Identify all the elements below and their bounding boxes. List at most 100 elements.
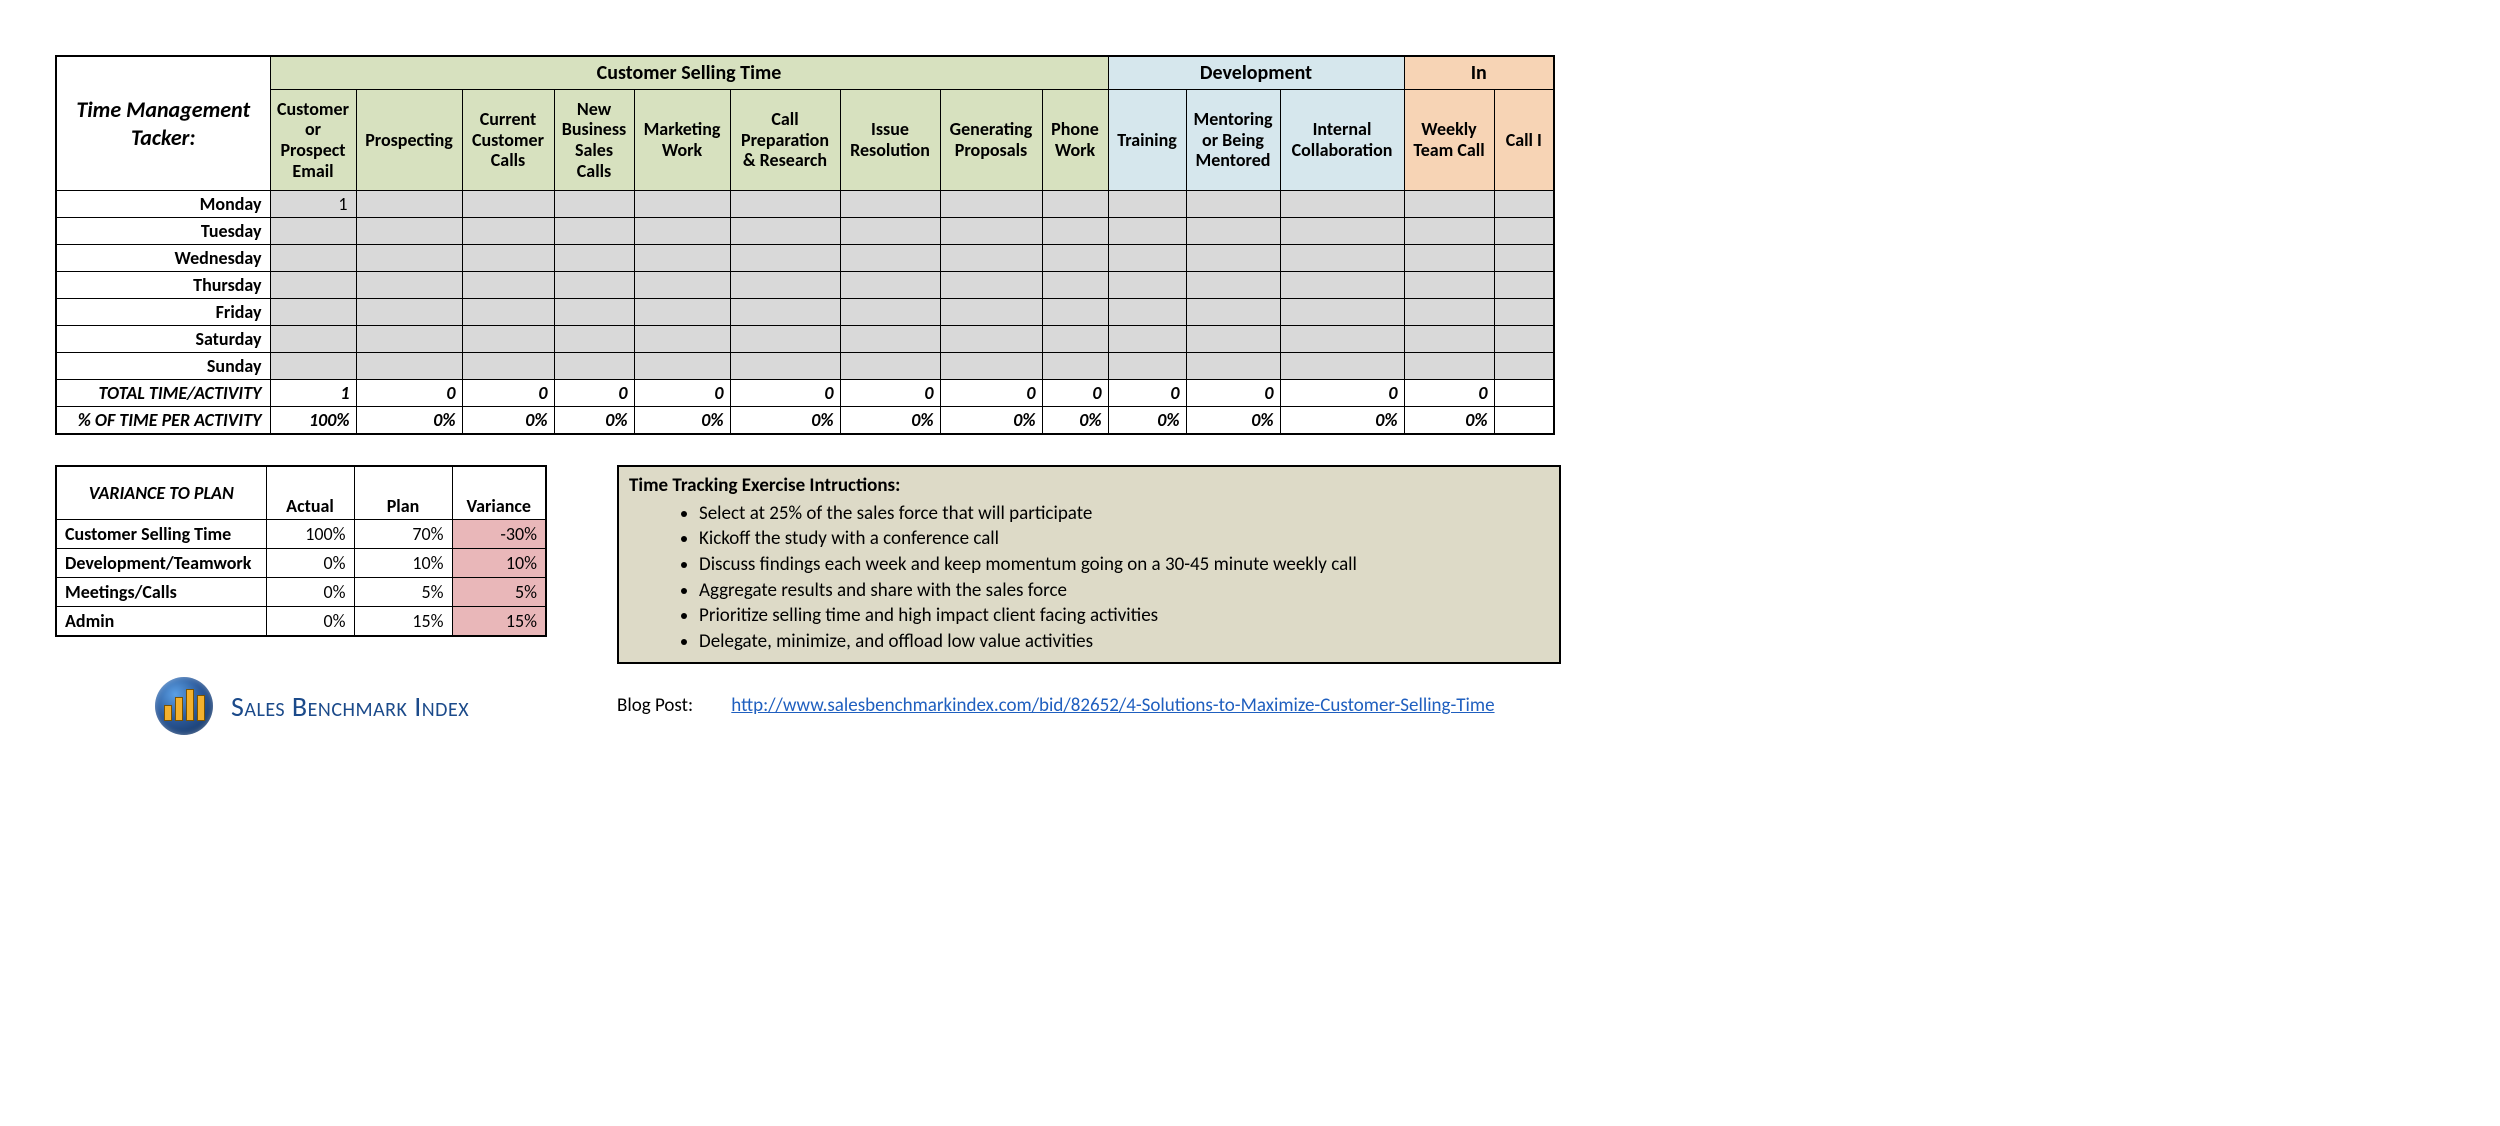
day-cell[interactable]	[1186, 353, 1280, 380]
day-cell[interactable]	[270, 272, 356, 299]
day-cell[interactable]	[1186, 272, 1280, 299]
day-cell[interactable]	[1494, 299, 1554, 326]
day-cell[interactable]	[1108, 353, 1186, 380]
day-cell[interactable]	[634, 272, 730, 299]
day-cell[interactable]	[940, 218, 1042, 245]
day-cell[interactable]	[356, 272, 462, 299]
day-cell[interactable]	[356, 191, 462, 218]
day-cell[interactable]	[1042, 191, 1108, 218]
day-cell[interactable]	[270, 245, 356, 272]
blog-link[interactable]: http://www.salesbenchmarkindex.com/bid/8…	[731, 694, 1494, 717]
day-cell[interactable]	[1042, 218, 1108, 245]
day-cell[interactable]	[730, 191, 840, 218]
day-cell[interactable]	[1494, 272, 1554, 299]
day-cell[interactable]	[356, 353, 462, 380]
day-cell[interactable]	[840, 245, 940, 272]
day-cell[interactable]	[1042, 353, 1108, 380]
day-cell[interactable]	[1280, 299, 1404, 326]
day-cell[interactable]	[940, 326, 1042, 353]
day-cell[interactable]	[1280, 191, 1404, 218]
day-cell[interactable]	[634, 353, 730, 380]
day-cell[interactable]	[1186, 299, 1280, 326]
day-cell[interactable]	[1280, 245, 1404, 272]
day-cell[interactable]	[1186, 245, 1280, 272]
day-cell[interactable]	[356, 299, 462, 326]
day-cell[interactable]	[634, 218, 730, 245]
day-cell[interactable]	[840, 299, 940, 326]
day-cell[interactable]	[1186, 218, 1280, 245]
day-cell[interactable]	[730, 245, 840, 272]
day-cell[interactable]	[1494, 191, 1554, 218]
day-cell[interactable]	[730, 218, 840, 245]
day-cell[interactable]	[940, 191, 1042, 218]
day-cell[interactable]	[554, 218, 634, 245]
day-cell[interactable]	[462, 353, 554, 380]
day-cell[interactable]	[1280, 326, 1404, 353]
day-cell[interactable]	[1494, 353, 1554, 380]
day-cell[interactable]	[634, 299, 730, 326]
day-cell[interactable]	[554, 272, 634, 299]
day-cell[interactable]	[554, 245, 634, 272]
day-cell[interactable]	[1494, 326, 1554, 353]
day-cell[interactable]	[634, 191, 730, 218]
day-cell[interactable]	[462, 218, 554, 245]
day-cell[interactable]	[462, 245, 554, 272]
day-cell[interactable]	[730, 299, 840, 326]
day-cell[interactable]	[1108, 245, 1186, 272]
day-cell[interactable]	[1108, 272, 1186, 299]
day-cell[interactable]	[730, 272, 840, 299]
day-cell[interactable]	[1280, 353, 1404, 380]
day-cell[interactable]	[1280, 272, 1404, 299]
day-cell[interactable]	[730, 326, 840, 353]
day-cell[interactable]	[840, 218, 940, 245]
day-cell[interactable]	[634, 326, 730, 353]
day-cell[interactable]	[1404, 245, 1494, 272]
day-cell[interactable]	[840, 353, 940, 380]
day-cell[interactable]	[1404, 218, 1494, 245]
day-cell[interactable]	[356, 218, 462, 245]
day-cell[interactable]	[840, 326, 940, 353]
day-cell[interactable]	[1186, 326, 1280, 353]
day-cell[interactable]	[1494, 245, 1554, 272]
day-cell[interactable]	[554, 191, 634, 218]
day-cell[interactable]	[1108, 218, 1186, 245]
day-cell[interactable]	[462, 326, 554, 353]
day-cell[interactable]	[462, 299, 554, 326]
day-cell[interactable]	[940, 299, 1042, 326]
day-cell[interactable]	[1042, 326, 1108, 353]
day-cell[interactable]	[1108, 326, 1186, 353]
day-cell[interactable]	[1108, 299, 1186, 326]
day-cell[interactable]: 1	[270, 191, 356, 218]
day-cell[interactable]	[730, 353, 840, 380]
day-cell[interactable]	[270, 353, 356, 380]
day-cell[interactable]	[554, 353, 634, 380]
day-cell[interactable]	[1042, 299, 1108, 326]
day-cell[interactable]	[554, 299, 634, 326]
day-cell[interactable]	[270, 299, 356, 326]
day-cell[interactable]	[1404, 272, 1494, 299]
day-cell[interactable]	[270, 218, 356, 245]
day-cell[interactable]	[1404, 191, 1494, 218]
day-cell[interactable]	[1404, 326, 1494, 353]
day-cell[interactable]	[840, 191, 940, 218]
day-cell[interactable]	[1042, 272, 1108, 299]
day-cell[interactable]	[356, 326, 462, 353]
day-cell[interactable]	[1042, 245, 1108, 272]
day-cell[interactable]	[462, 272, 554, 299]
day-cell[interactable]	[270, 326, 356, 353]
day-cell[interactable]	[1404, 299, 1494, 326]
day-cell[interactable]	[940, 353, 1042, 380]
day-cell[interactable]	[554, 326, 634, 353]
day-cell[interactable]	[940, 245, 1042, 272]
pct-cell: 0%	[634, 407, 730, 435]
day-cell[interactable]	[634, 245, 730, 272]
day-cell[interactable]	[1280, 218, 1404, 245]
day-cell[interactable]	[840, 272, 940, 299]
day-cell[interactable]	[1108, 191, 1186, 218]
day-cell[interactable]	[1494, 218, 1554, 245]
day-cell[interactable]	[462, 191, 554, 218]
day-cell[interactable]	[356, 245, 462, 272]
day-cell[interactable]	[1404, 353, 1494, 380]
day-cell[interactable]	[1186, 191, 1280, 218]
day-cell[interactable]	[940, 272, 1042, 299]
